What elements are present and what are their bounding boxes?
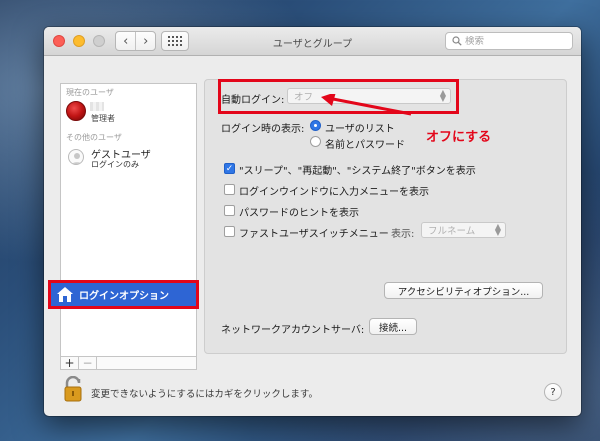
login-options-label: ログインオプション: [79, 291, 169, 302]
checkbox-password-hints-label[interactable]: パスワードのヒントを表示: [239, 204, 359, 219]
search-field[interactable]: [445, 32, 573, 50]
fast-switch-display-value: フルネーム: [428, 226, 476, 237]
radio-user-list[interactable]: [310, 120, 321, 131]
fast-switch-display-popup[interactable]: フルネーム ▲ ▼: [421, 222, 506, 238]
remove-user-button[interactable]: −: [79, 357, 97, 369]
guest-user-row[interactable]: ゲストユーザ ログインのみ: [61, 146, 196, 172]
user-role-label: 管理者: [91, 114, 115, 123]
guest-avatar-icon: [68, 149, 84, 165]
add-user-button[interactable]: +: [61, 357, 79, 369]
avatar: [66, 101, 86, 121]
checkbox-fast-user-switch-label[interactable]: ファストユーザスイッチメニュー: [239, 225, 389, 240]
checkbox-input-menu-label[interactable]: ログインウインドウに入力メニューを表示: [239, 183, 429, 198]
house-icon: [56, 286, 74, 303]
network-join-button[interactable]: 接続...: [369, 318, 417, 335]
updown-arrows-icon: ▲ ▼: [494, 222, 501, 237]
checkbox-input-menu[interactable]: [224, 184, 235, 195]
system-preferences-window: ‹ › ユーザとグループ 現在のユーザ 管理者: [44, 27, 581, 416]
current-users-section-label: 現在のユーザ: [66, 88, 114, 97]
lock-icon[interactable]: [63, 375, 83, 405]
current-user-row[interactable]: 管理者: [61, 101, 196, 127]
checkbox-show-buttons-label[interactable]: "スリープ"、"再起動"、"システム終了"ボタンを表示: [239, 162, 476, 177]
user-list-sidebar: 現在のユーザ 管理者 その他のユーザ ゲストユーザ ログインのみ: [60, 83, 197, 357]
search-icon: [452, 36, 462, 46]
guest-user-subtitle: ログインのみ: [91, 160, 139, 169]
title-bar: ‹ › ユーザとグループ: [44, 27, 581, 56]
redacted-user-name: [90, 102, 104, 111]
checkbox-password-hints[interactable]: [224, 205, 235, 216]
add-remove-bar: + −: [60, 357, 197, 370]
radio-name-password[interactable]: [310, 136, 321, 147]
login-options-item[interactable]: ログインオプション: [48, 280, 199, 309]
network-server-label: ネットワークアカウントサーバ:: [221, 325, 365, 336]
radio-user-list-label[interactable]: ユーザのリスト: [325, 120, 395, 135]
help-button[interactable]: ?: [544, 383, 562, 401]
radio-name-password-label[interactable]: 名前とパスワード: [325, 136, 405, 151]
checkbox-fast-user-switch[interactable]: [224, 226, 235, 237]
accessibility-options-button[interactable]: アクセシビリティオプション...: [384, 282, 543, 299]
annotation-arrow: [321, 94, 412, 116]
checkbox-show-buttons[interactable]: ✓: [224, 163, 235, 174]
search-input[interactable]: [465, 35, 565, 47]
annotation-text: オフにする: [426, 130, 492, 145]
display-label: ログイン時の表示:: [221, 124, 305, 135]
fast-switch-display-label: 表示:: [391, 229, 415, 240]
other-users-section-label: その他のユーザ: [66, 133, 122, 142]
lock-message: 変更できないようにするにはカギをクリックします。: [91, 389, 318, 400]
